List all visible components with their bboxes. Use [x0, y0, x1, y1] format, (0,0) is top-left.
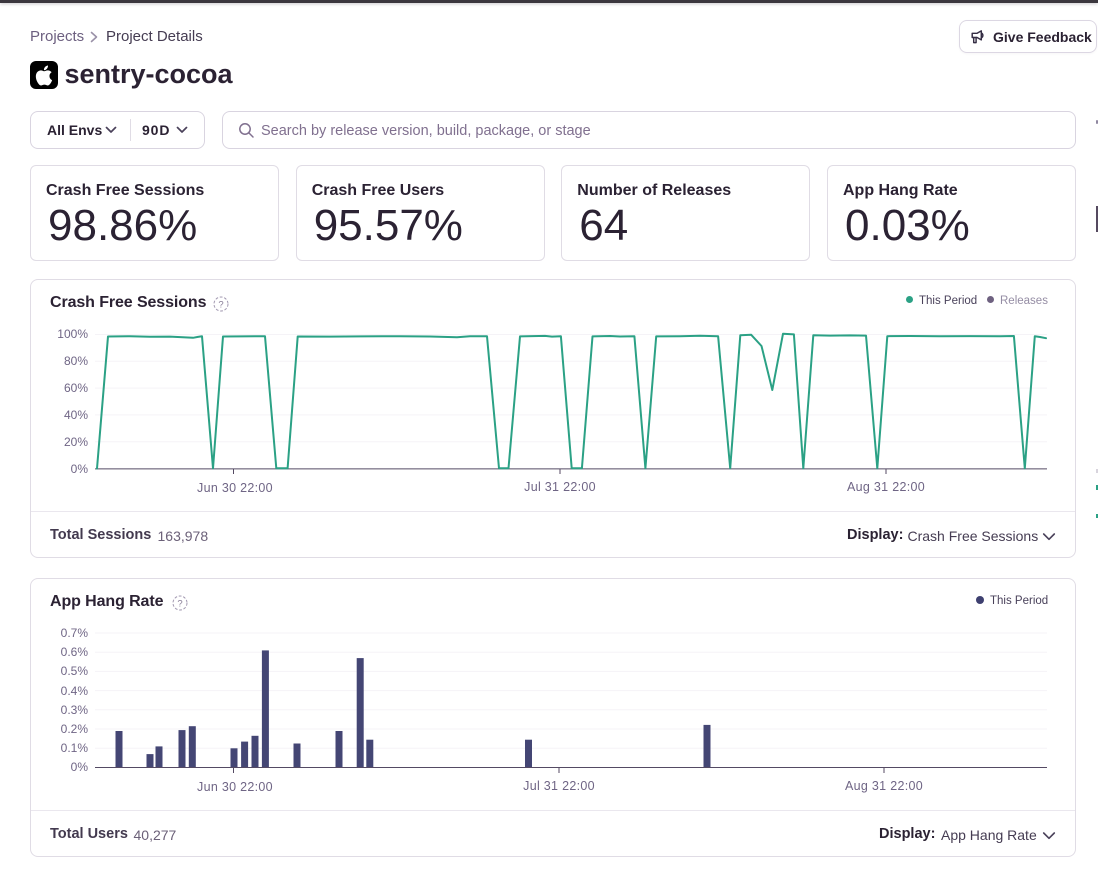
svg-text:?: ?: [218, 299, 223, 310]
svg-text:?: ?: [177, 598, 182, 609]
